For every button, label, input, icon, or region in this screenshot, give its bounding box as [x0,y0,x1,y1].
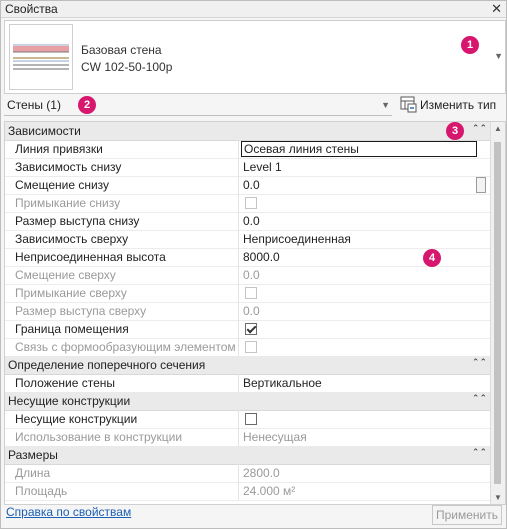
property-label: Размер выступа сверху [15,304,147,318]
property-row: Примыкание снизу [5,194,491,213]
annotation-badge-4: 4 [423,249,441,267]
property-label: Использование в конструкции [15,430,183,444]
property-row[interactable]: Смещение снизу 0.0 [5,176,491,195]
property-label: Размер выступа снизу [15,214,140,228]
property-value: 0.0 [243,304,260,318]
property-row[interactable]: Положение стены Вертикальное [5,374,491,393]
close-icon[interactable]: ✕ [491,1,502,17]
properties-help-link[interactable]: Справка по свойствам [6,505,131,519]
group-label: Определение поперечного сечения [8,358,206,372]
apply-button[interactable]: Применить [432,505,502,525]
property-label: Зависимость сверху [15,232,129,246]
property-checkbox-checked[interactable] [245,323,257,335]
annotation-badge-3: 3 [446,122,464,140]
value-spinner[interactable] [476,177,486,193]
property-label: Площадь [15,484,68,498]
property-value[interactable]: 0.0 [243,214,477,228]
property-row[interactable]: Неприсоединенная высота 8000.0 4 [5,248,491,267]
property-label: Положение стены [15,376,116,390]
property-row: Примыкание сверху [5,284,491,303]
scrollbar-thumb[interactable] [494,142,501,484]
property-label: Длина [15,466,51,480]
property-label: Смещение снизу [15,178,110,192]
instance-filter-dropdown[interactable]: Стены (1) 2 ▼ [4,95,392,116]
property-row: Длина 2800.0 [5,464,491,483]
property-row: Использование в конструкции Ненесущая [5,428,491,447]
chevron-down-icon[interactable]: ▼ [381,100,390,110]
property-checkbox [245,341,257,353]
collapse-icon[interactable]: ⌃⌃ [472,393,487,404]
property-value: Ненесущая [243,430,307,444]
property-label: Связь с формообразующим элементом [15,340,236,354]
group-dimensions[interactable]: Размеры ⌃⌃ [5,446,491,465]
scroll-up-icon[interactable]: ▲ [494,124,502,133]
property-label: Граница помещения [15,322,129,336]
group-label: Размеры [8,448,58,462]
group-label: Несущие конструкции [8,394,131,408]
properties-grid: Зависимости 3 ⌃⌃ Линия привязки Осевая л… [4,121,506,505]
property-row[interactable]: Зависимость сверху Неприсоединенная [5,230,491,249]
property-row[interactable]: Линия привязки Осевая линия стены [5,140,491,159]
group-label: Зависимости [8,124,81,138]
property-row: Размер выступа сверху 0.0 [5,302,491,321]
property-value: 2800.0 [243,466,280,480]
property-value[interactable]: Вертикальное [243,376,477,390]
property-row: Связь с формообразующим элементом [5,338,491,357]
chevron-down-icon[interactable]: ▼ [494,51,503,61]
property-label: Несущие конструкции [15,412,138,426]
group-cross-section[interactable]: Определение поперечного сечения ⌃⌃ [5,356,491,375]
property-row[interactable]: Несущие конструкции [5,410,491,429]
property-value[interactable]: 0.0 [243,178,477,192]
property-checkbox[interactable] [245,413,257,425]
collapse-icon[interactable]: ⌃⌃ [472,357,487,368]
property-checkbox [245,197,257,209]
filter-row: Стены (1) 2 ▼ Изменить тип [4,95,504,117]
edit-type-icon [400,96,417,113]
title-bar: Свойства ✕ [1,1,506,18]
group-structural[interactable]: Несущие конструкции ⌃⌃ [5,392,491,411]
filter-label: Стены (1) [7,98,61,112]
scroll-down-icon[interactable]: ▼ [494,493,502,502]
property-label: Примыкание снизу [15,196,121,210]
wall-type-preview [9,24,73,90]
collapse-icon[interactable]: ⌃⌃ [472,447,487,458]
group-constraints[interactable]: Зависимости 3 ⌃⌃ [5,122,491,141]
type-name: Базовая стена CW 102-50-100p [81,42,172,76]
window-title: Свойства [5,2,58,16]
type-label: CW 102-50-100p [81,60,173,74]
property-row[interactable]: Размер выступа снизу 0.0 [5,212,491,231]
property-row[interactable]: Зависимость снизу Level 1 [5,158,491,177]
type-family: Базовая стена [81,43,162,57]
property-label: Неприсоединенная высота [15,250,166,264]
property-value-input[interactable]: Осевая линия стены [241,141,477,157]
property-value[interactable]: Неприсоединенная [243,232,477,246]
property-label: Зависимость снизу [15,160,122,174]
type-selector[interactable]: Базовая стена CW 102-50-100p 1 ▼ [4,20,506,94]
properties-palette: Свойства ✕ Базовая стена CW 102-50-100p … [0,0,507,529]
annotation-badge-2: 2 [78,96,96,114]
collapse-icon[interactable]: ⌃⌃ [472,123,487,134]
property-row: Смещение сверху 0.0 [5,266,491,285]
property-row[interactable]: Граница помещения [5,320,491,339]
property-checkbox [245,287,257,299]
footer: Справка по свойствам Применить [4,504,504,526]
property-label: Линия привязки [15,142,103,156]
edit-type-label: Изменить тип [420,98,497,112]
property-value[interactable]: 8000.0 [243,250,477,264]
property-value[interactable]: Level 1 [243,160,477,174]
property-label: Примыкание сверху [15,286,127,300]
property-value: 24.000 м² [243,484,296,498]
vertical-scrollbar[interactable]: ▲ ▼ [490,122,505,504]
property-row: Площадь 24.000 м² [5,482,491,501]
property-value: 0.0 [243,268,260,282]
property-label: Смещение сверху [15,268,116,282]
annotation-badge-1: 1 [461,36,479,54]
